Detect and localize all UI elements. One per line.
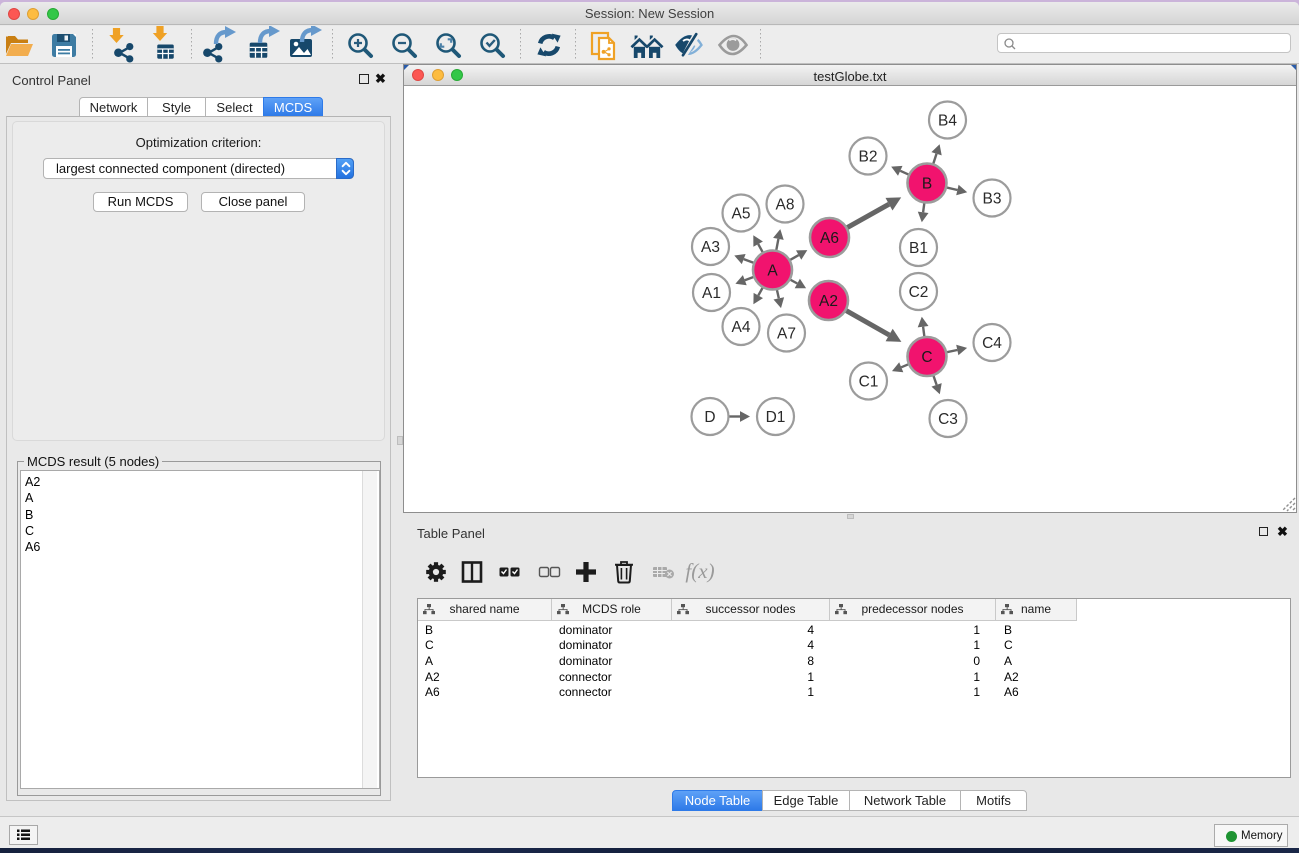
svg-text:C4: C4 bbox=[982, 335, 1002, 352]
svg-text:A3: A3 bbox=[701, 239, 720, 256]
svg-text:A5: A5 bbox=[732, 205, 751, 222]
svg-text:C1: C1 bbox=[859, 373, 879, 390]
svg-text:C2: C2 bbox=[909, 284, 929, 301]
svg-text:A6: A6 bbox=[820, 230, 839, 247]
svg-text:A4: A4 bbox=[732, 319, 751, 336]
svg-text:A1: A1 bbox=[702, 285, 721, 302]
svg-text:D: D bbox=[704, 409, 715, 426]
svg-text:B: B bbox=[922, 175, 932, 192]
svg-text:A7: A7 bbox=[777, 325, 796, 342]
svg-text:B4: B4 bbox=[938, 112, 957, 129]
svg-text:A2: A2 bbox=[819, 293, 838, 310]
svg-text:D1: D1 bbox=[766, 409, 786, 426]
svg-text:B3: B3 bbox=[983, 190, 1002, 207]
svg-text:C: C bbox=[921, 349, 932, 366]
svg-text:f(x): f(x) bbox=[685, 559, 714, 583]
svg-text:C3: C3 bbox=[938, 411, 958, 428]
svg-text:B1: B1 bbox=[909, 240, 928, 257]
svg-text:A: A bbox=[767, 262, 778, 279]
svg-text:B2: B2 bbox=[859, 148, 878, 165]
svg-text:A8: A8 bbox=[776, 196, 795, 213]
